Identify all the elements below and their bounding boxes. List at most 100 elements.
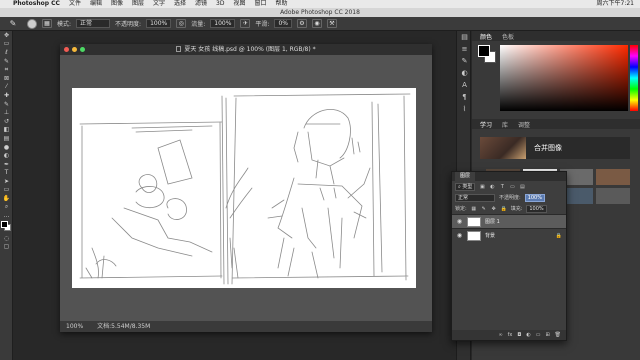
minimize-window-button[interactable] [72,47,77,52]
adjustments-panel-icon[interactable]: ◐ [457,67,472,79]
pressure-size-icon[interactable]: ◉ [311,19,322,28]
lock-pixels-icon[interactable]: ▦ [471,206,477,212]
menu-layer[interactable]: 图层 [132,0,144,8]
tab-learn[interactable]: 学习 [480,120,492,129]
frame-tool-icon[interactable]: ⊠ [0,74,13,83]
filter-shape-icon[interactable]: ▭ [509,184,515,190]
pen-tool-icon[interactable]: ✒ [0,160,13,169]
color-swatches[interactable] [0,220,13,234]
brush-preset-icon[interactable]: ✎ [4,19,22,29]
eraser-tool-icon[interactable]: ◧ [0,126,13,135]
layer-row-layer1[interactable]: ◉ 图层 1 [452,214,566,228]
blend-mode-dropdown[interactable]: 正常 [455,193,495,202]
menu-view[interactable]: 视图 [233,0,245,8]
quick-mask-icon[interactable]: ◌ [0,234,13,243]
tab-color[interactable]: 颜色 [480,32,492,41]
visibility-eye-icon[interactable]: ◉ [456,218,463,225]
blur-tool-icon[interactable]: ● [0,143,13,152]
tab-adjustments[interactable]: 调整 [518,120,530,129]
properties-panel-icon[interactable]: ≡ [457,43,472,55]
menu-file[interactable]: 文件 [69,0,81,8]
add-mask-icon[interactable]: ◘ [517,332,521,338]
screen-mode-icon[interactable]: ▢ [0,243,13,252]
layers-panel-header[interactable]: 图层 [452,172,566,181]
lasso-tool-icon[interactable]: ℓ [0,48,13,57]
close-window-button[interactable] [64,47,69,52]
canvas[interactable] [72,88,416,288]
type-tool-icon[interactable]: T [0,169,13,178]
new-group-icon[interactable]: ▭ [536,332,541,338]
brush-settings-panel-icon[interactable]: ✎ [457,55,472,67]
delete-layer-icon[interactable]: 🗑 [555,332,561,338]
character-panel-icon[interactable]: A [457,79,472,91]
color-picker-field[interactable] [500,45,628,111]
move-tool-icon[interactable]: ✥ [0,31,13,40]
quick-select-tool-icon[interactable]: ✎ [0,57,13,66]
tab-libraries[interactable]: 库 [502,120,508,129]
document-title-bar[interactable]: 夏天 女孩 线稿.psd @ 100% (图层 1, RGB/8) * [60,44,432,55]
layer-kind-filter[interactable]: ⌕ 类型 [455,182,476,191]
airbrush-icon[interactable]: ✈ [240,19,251,28]
paths-panel-icon[interactable]: ⌇ [457,103,472,115]
foreground-color-swatch[interactable] [1,221,8,229]
brush-size-picker[interactable] [27,18,37,29]
menu-filter[interactable]: 滤镜 [195,0,207,8]
canvas-area[interactable] [60,55,432,321]
tutorial-thumbnail[interactable] [596,169,630,185]
eyedropper-tool-icon[interactable]: ⁄ [0,83,13,92]
app-menu[interactable]: Photoshop CC [13,0,60,8]
tab-swatches[interactable]: 色板 [502,32,514,41]
lock-paint-icon[interactable]: ✎ [481,206,487,212]
new-layer-icon[interactable]: ⊞ [545,332,549,338]
lock-all-icon[interactable]: 🔒 [501,206,507,212]
filter-adjust-icon[interactable]: ◐ [489,184,495,190]
learn-hero-card[interactable]: 合并图像 [480,137,630,159]
zoom-window-button[interactable] [80,47,85,52]
brush-tool-icon[interactable]: ✎ [0,100,13,109]
dodge-tool-icon[interactable]: ◐ [0,151,13,160]
crop-tool-icon[interactable]: ⌗ [0,65,13,74]
lock-position-icon[interactable]: ✥ [491,206,497,212]
flow-field[interactable]: 100% [210,19,236,28]
menu-help[interactable]: 帮助 [276,0,288,8]
menu-window[interactable]: 窗口 [255,0,267,8]
history-panel-icon[interactable]: ▤ [457,31,472,43]
filter-type-icon[interactable]: T [499,184,505,190]
menu-3d[interactable]: 3D [216,0,224,8]
smoothing-settings-icon[interactable]: ⚙ [296,19,307,28]
opacity-field[interactable]: 100% [146,19,172,28]
smoothing-field[interactable]: 0% [274,19,292,28]
layer-row-background[interactable]: ◉ 背景 🔒 [452,228,566,242]
zoom-tool-icon[interactable]: ⌕ [0,203,13,212]
new-adjustment-icon[interactable]: ◐ [526,332,530,338]
hue-slider[interactable] [630,45,638,111]
brush-settings-icon[interactable]: ▦ [42,19,52,28]
mode-dropdown[interactable]: 正常 [76,19,111,28]
menu-type[interactable]: 文字 [153,0,165,8]
gradient-tool-icon[interactable]: ▤ [0,134,13,143]
document-size[interactable]: 文档:5.54M/8.35M [97,321,150,332]
filter-pixel-icon[interactable]: ▣ [479,184,485,190]
layer-style-icon[interactable]: fx [508,332,513,338]
layer-opacity-field[interactable]: 100% [524,193,545,202]
marquee-tool-icon[interactable]: ▭ [0,40,13,49]
paragraph-panel-icon[interactable]: ¶ [457,91,472,103]
path-select-tool-icon[interactable]: ➤ [0,177,13,186]
healing-tool-icon[interactable]: ✚ [0,91,13,100]
link-layers-icon[interactable]: ∞ [498,332,502,338]
hand-tool-icon[interactable]: ✋ [0,194,13,203]
stamp-tool-icon[interactable]: ⊥ [0,108,13,117]
tab-layers[interactable]: 图层 [455,172,476,181]
symmetry-icon[interactable]: ⚒ [326,19,337,28]
fill-field[interactable]: 100% [526,204,547,213]
menu-edit[interactable]: 编辑 [90,0,102,8]
pressure-opacity-icon[interactable]: ◎ [176,19,187,28]
zoom-level[interactable]: 100% [66,321,83,332]
menu-image[interactable]: 图像 [111,0,123,8]
more-tools-icon[interactable]: … [0,211,13,220]
history-brush-tool-icon[interactable]: ↺ [0,117,13,126]
color-panel-foreground-swatch[interactable] [478,45,490,57]
tutorial-thumbnail[interactable] [596,188,630,204]
shape-tool-icon[interactable]: ▭ [0,186,13,195]
menubar-clock[interactable]: 周六下午7:21 [597,0,634,8]
